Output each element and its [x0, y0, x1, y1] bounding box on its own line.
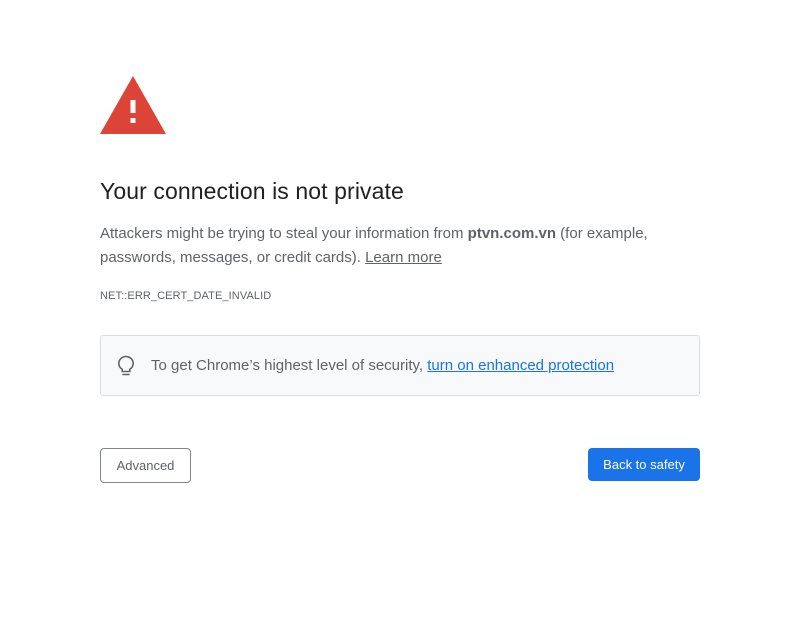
interstitial-content: Your connection is not private Attackers…: [100, 76, 700, 396]
error-code: NET::ERR_CERT_DATE_INVALID: [100, 290, 272, 302]
enhanced-protection-message: To get Chrome’s highest level of securit…: [151, 356, 428, 374]
lightbulb-icon: [118, 355, 134, 375]
advanced-button[interactable]: Advanced: [100, 448, 191, 483]
warning-triangle-icon: [100, 76, 166, 134]
enhanced-protection-link[interactable]: turn on enhanced protection: [427, 357, 614, 374]
enhanced-protection-promo: To get Chrome’s highest level of securit…: [100, 335, 700, 396]
back-to-safety-button[interactable]: Back to safety: [588, 448, 700, 481]
page-title: Your connection is not private: [100, 178, 404, 204]
message-text-before: Attackers might be trying to steal your …: [100, 225, 468, 242]
error-message: Attackers might be trying to steal your …: [100, 222, 700, 270]
learn-more-link[interactable]: Learn more: [365, 249, 442, 266]
site-hostname: ptvn.com.vn: [467, 225, 557, 242]
button-row: Advanced Back to safety: [100, 448, 700, 483]
enhanced-protection-text: To get Chrome’s highest level of securit…: [151, 356, 614, 376]
